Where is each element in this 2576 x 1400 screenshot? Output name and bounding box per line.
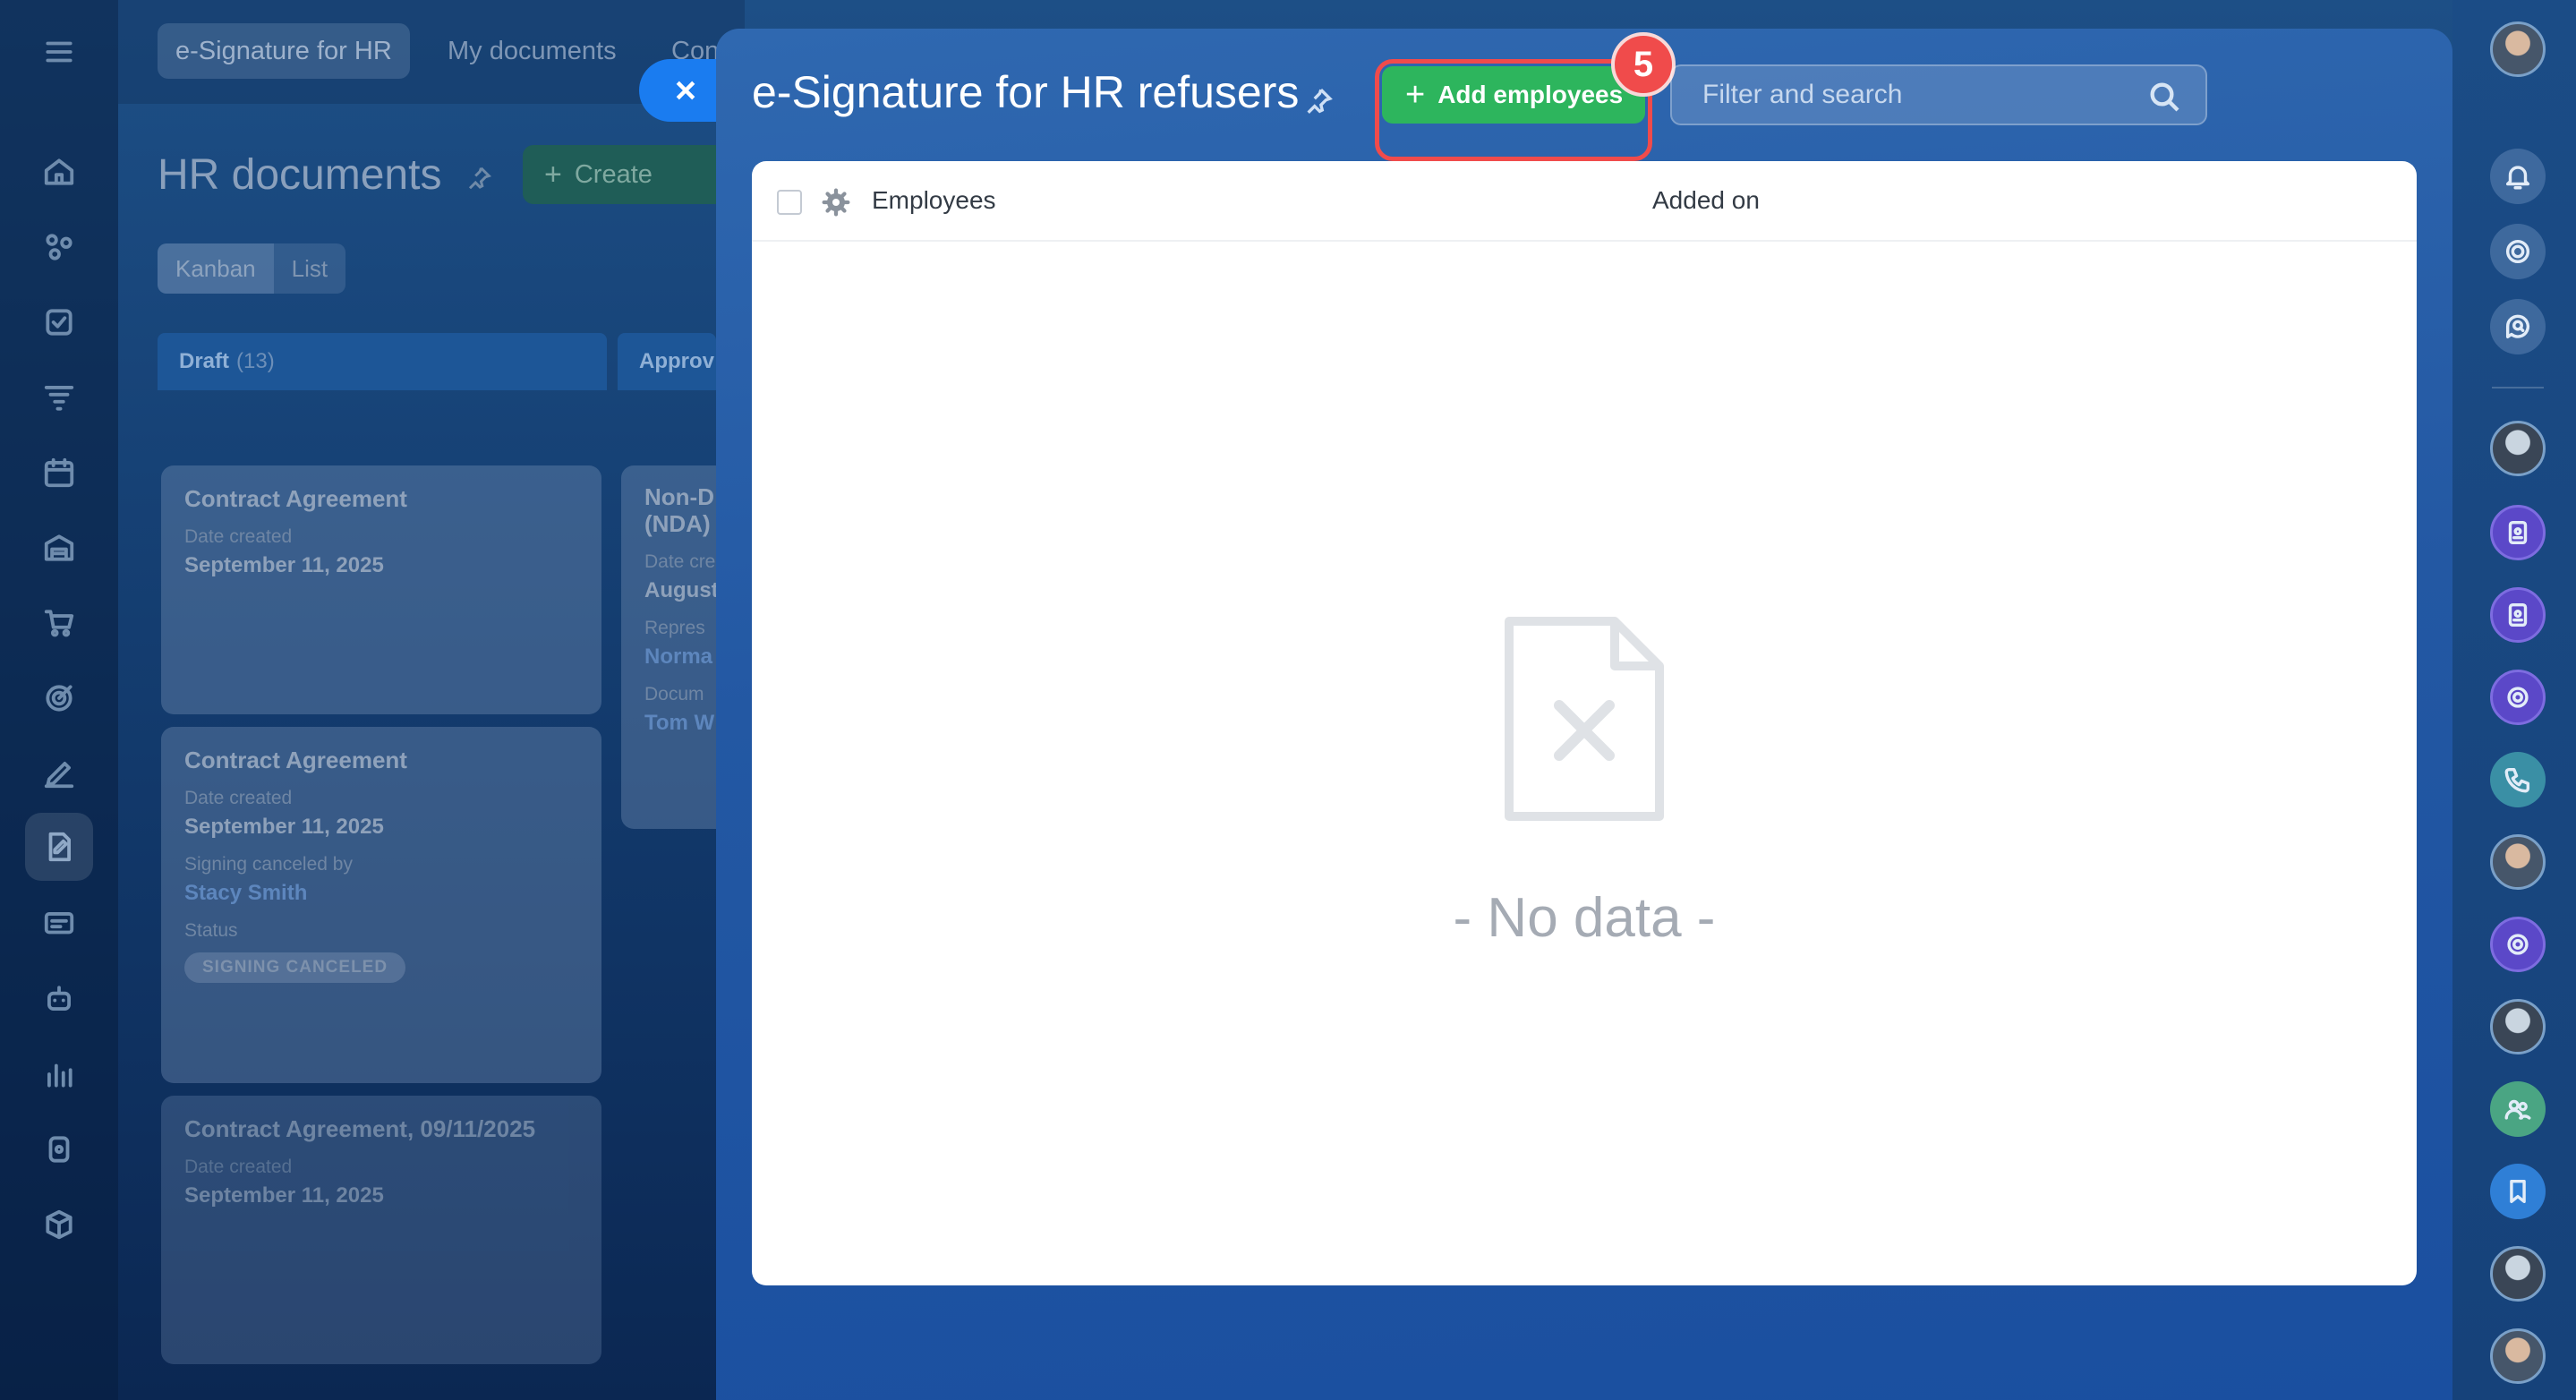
card-doc[interactable]: Tom W — [644, 711, 723, 736]
column-draft: Draft (13) — [158, 333, 607, 390]
search-input[interactable] — [1702, 80, 2132, 110]
pin-icon[interactable] — [465, 165, 492, 192]
card-canceled-label: Signing canceled by — [184, 854, 353, 875]
messages-icon[interactable] — [39, 904, 79, 943]
calendar-icon[interactable] — [39, 453, 79, 492]
chat-avatar[interactable] — [2490, 1328, 2546, 1384]
status-badge: SIGNING CANCELED — [184, 952, 406, 983]
plus-icon: + — [544, 157, 562, 192]
add-employees-button[interactable]: + Add employees — [1382, 66, 1645, 124]
column-count: (13) — [236, 349, 275, 373]
contact-book-icon[interactable] — [2490, 587, 2546, 643]
contact-book-icon[interactable] — [2490, 505, 2546, 560]
channel-icon[interactable] — [2490, 670, 2546, 725]
slider-panel: e-Signature for HR refusers + Add employ… — [716, 29, 2452, 1400]
tab-my-documents[interactable]: My documents — [430, 23, 635, 79]
card-date-label: Date cre — [644, 551, 716, 572]
chat-avatar[interactable] — [2490, 421, 2546, 476]
card-title: Non-D (NDA) — [644, 483, 714, 537]
panel-title: e-Signature for HR refusers — [752, 67, 1300, 117]
bookmark-icon[interactable] — [2490, 1164, 2546, 1219]
employees-grid: Employees Added on - No data - — [752, 161, 2417, 1285]
bell-icon[interactable] — [2490, 149, 2546, 204]
kanban-card[interactable]: Contract Agreement Date created Septembe… — [161, 727, 601, 1083]
gear-icon[interactable] — [822, 188, 850, 217]
step-number-badge: 5 — [1611, 32, 1676, 97]
kanban-card[interactable]: Contract Agreement Date created Septembe… — [161, 465, 601, 714]
card-rep-label: Repres — [644, 618, 705, 638]
menu-icon[interactable] — [39, 32, 79, 72]
card-title: Contract Agreement — [184, 747, 407, 773]
analytics-icon[interactable] — [39, 1054, 79, 1094]
card-date: August — [644, 578, 719, 602]
search-icon[interactable] — [2146, 79, 2182, 115]
column-title: Approv — [639, 349, 714, 373]
select-all-checkbox[interactable] — [777, 190, 802, 215]
copilot-icon[interactable] — [2490, 224, 2546, 279]
target-icon[interactable] — [39, 679, 79, 718]
close-icon — [676, 81, 695, 100]
channel-icon[interactable] — [2490, 917, 2546, 972]
column-header-added-on[interactable]: Added on — [1652, 186, 1760, 215]
card-date-label: Date created — [184, 788, 293, 808]
card-doc-label: Docum — [644, 684, 704, 704]
left-navigation — [0, 0, 118, 1400]
page-title: HR documents — [158, 151, 442, 199]
filter-funnel-icon[interactable] — [39, 378, 79, 417]
create-label: Create — [574, 159, 653, 189]
card-title: Contract Agreement — [184, 485, 407, 512]
settings-icon[interactable] — [39, 1130, 79, 1169]
chat-search-icon[interactable] — [2490, 299, 2546, 354]
column-approval: Approv — [618, 333, 716, 390]
grid-header: Employees Added on — [752, 161, 2417, 242]
chat-avatar[interactable] — [2490, 834, 2546, 890]
phone-icon[interactable] — [2490, 752, 2546, 807]
column-header-employees[interactable]: Employees — [872, 186, 996, 215]
card-date: September 11, 2025 — [184, 1183, 384, 1208]
card-date: September 11, 2025 — [184, 815, 384, 839]
pen-icon[interactable] — [39, 754, 79, 793]
chat-avatar[interactable] — [2490, 1246, 2546, 1302]
user-avatar[interactable] — [2490, 21, 2546, 77]
card-date-label: Date created — [184, 526, 293, 547]
card-status-label: Status — [184, 920, 238, 941]
e-signature-icon[interactable] — [39, 827, 79, 866]
filter-search-field[interactable] — [1670, 64, 2207, 125]
card-canceled-by[interactable]: Stacy Smith — [184, 881, 578, 906]
empty-file-icon — [1504, 616, 1665, 822]
card-date-label: Date created — [184, 1157, 293, 1177]
add-employees-label: Add employees — [1437, 81, 1624, 108]
card-rep[interactable]: Norma — [644, 645, 723, 670]
right-sidebar — [2452, 0, 2576, 1400]
robot-icon[interactable] — [39, 979, 79, 1019]
divider — [2492, 387, 2544, 388]
card-date: September 11, 2025 — [184, 553, 384, 577]
plus-icon: + — [1405, 76, 1426, 114]
card-title: Contract Agreement, 09/11/2025 — [184, 1115, 536, 1142]
view-list[interactable]: List — [274, 243, 345, 294]
pin-icon[interactable] — [1303, 86, 1334, 116]
kanban-card[interactable]: Contract Agreement, 09/11/2025 Date crea… — [161, 1096, 601, 1364]
cube-icon[interactable] — [39, 1205, 79, 1244]
cart-icon[interactable] — [39, 603, 79, 643]
view-kanban[interactable]: Kanban — [158, 243, 274, 294]
create-button[interactable]: + Create — [523, 145, 738, 204]
column-title: Draft — [179, 349, 230, 373]
crm-icon[interactable] — [39, 227, 79, 267]
view-toggle: Kanban List — [158, 243, 346, 294]
chat-avatar[interactable] — [2490, 999, 2546, 1054]
tasks-icon[interactable] — [39, 303, 79, 342]
tab-e-signature-hr[interactable]: e-Signature for HR — [158, 23, 410, 79]
empty-state-text: - No data - — [1453, 887, 1716, 949]
home-icon[interactable] — [39, 152, 79, 192]
warehouse-icon[interactable] — [39, 528, 79, 568]
group-icon[interactable] — [2490, 1081, 2546, 1137]
